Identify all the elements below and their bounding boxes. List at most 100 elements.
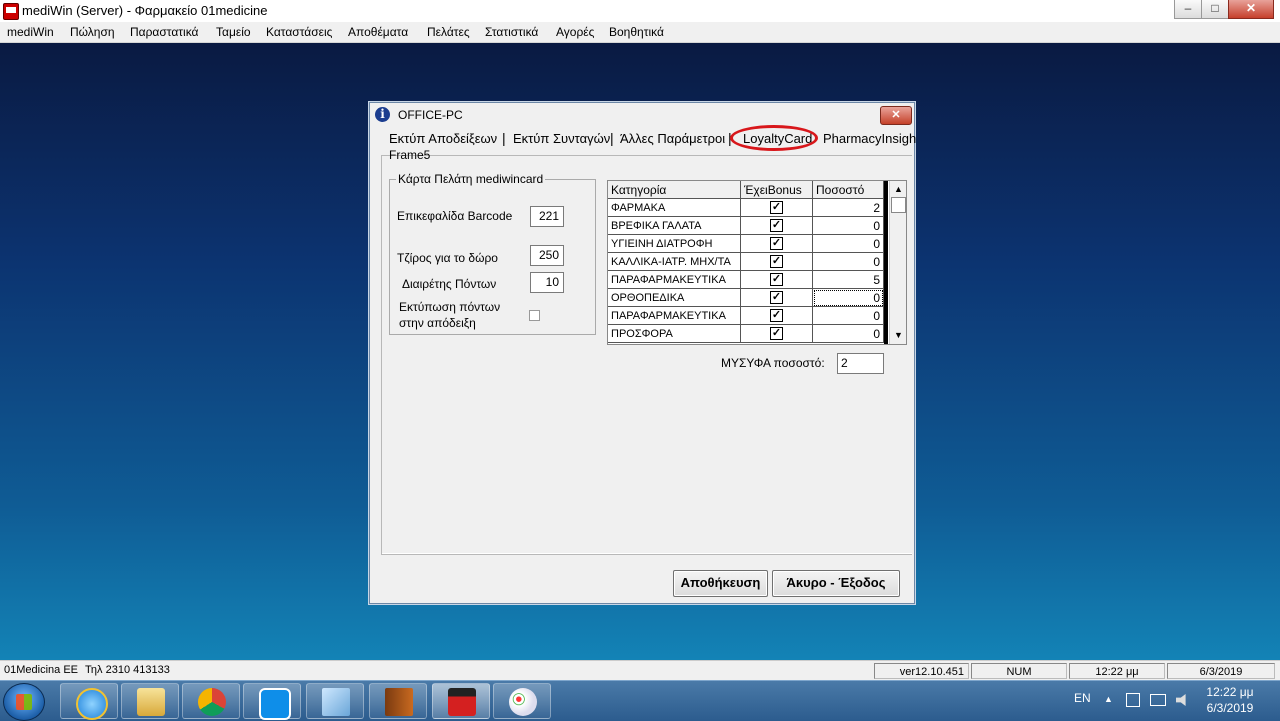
- menu-purchases[interactable]: Αγορές: [556, 25, 594, 39]
- taskbar-chrome[interactable]: [182, 683, 240, 719]
- cell-bonus[interactable]: ✓: [741, 325, 813, 343]
- bonus-checkbox[interactable]: ✓: [770, 291, 783, 304]
- tray-expand-icon[interactable]: ▲: [1104, 694, 1113, 704]
- scroll-down-icon[interactable]: ▼: [892, 329, 905, 342]
- tab-receipt-printing[interactable]: Εκτύπ Αποδείξεων: [389, 131, 497, 146]
- cell-category[interactable]: ΦΑΡΜΑΚΑ: [608, 199, 741, 217]
- cell-bonus[interactable]: ✓: [741, 217, 813, 235]
- taskbar-notepad[interactable]: [306, 683, 364, 719]
- tab-separator: |: [610, 130, 614, 146]
- cell-bonus[interactable]: ✓: [741, 271, 813, 289]
- cell-category[interactable]: ΟΡΘΟΠΕΔΙΚΑ: [608, 289, 741, 307]
- bonus-checkbox[interactable]: ✓: [770, 219, 783, 232]
- column-header-bonus[interactable]: ΈχειBonus: [741, 181, 813, 199]
- taskbar-clock[interactable]: 12:22 μμ 6/3/2019: [1195, 684, 1265, 716]
- taskbar-teamviewer[interactable]: [243, 683, 301, 720]
- bonus-checkbox[interactable]: ✓: [770, 327, 783, 340]
- bonus-checkbox[interactable]: ✓: [770, 237, 783, 250]
- status-numlock: NUM: [971, 663, 1067, 679]
- status-time: 12:22 μμ: [1069, 663, 1165, 679]
- menu-cashier[interactable]: Ταμείο: [216, 25, 251, 39]
- highlight-oval: [730, 125, 818, 151]
- language-indicator[interactable]: EN: [1074, 691, 1091, 705]
- taskbar-explorer[interactable]: [121, 683, 179, 719]
- cell-percent[interactable]: 2: [813, 199, 884, 217]
- volume-icon[interactable]: [1176, 694, 1186, 706]
- scroll-thumb[interactable]: [891, 197, 906, 213]
- cell-category[interactable]: ΚΑΛΛΙΚΑ-ΙΑΤΡ. ΜΗΧ/ΤΑ: [608, 253, 741, 271]
- minimize-button[interactable]: –: [1174, 0, 1202, 19]
- cell-percent[interactable]: 0: [813, 235, 884, 253]
- bonus-checkbox[interactable]: ✓: [770, 201, 783, 214]
- column-header-category[interactable]: Κατηγορία: [608, 181, 741, 199]
- menu-mediwin[interactable]: mediWin: [7, 25, 54, 39]
- menu-sales[interactable]: Πώληση: [70, 25, 115, 39]
- cell-percent-selected[interactable]: 0: [813, 289, 884, 307]
- close-button[interactable]: ✕: [1228, 0, 1274, 19]
- grid-scrollbar[interactable]: ▲ ▼: [889, 181, 906, 344]
- taskbar-mediwin[interactable]: [432, 683, 490, 719]
- cell-bonus[interactable]: ✓: [741, 235, 813, 253]
- menu-documents[interactable]: Παραστατικά: [130, 25, 198, 39]
- bonus-checkbox[interactable]: ✓: [770, 309, 783, 322]
- mediwin-app-icon: [3, 3, 19, 20]
- msyfa-label: ΜΥΣΥΦΑ ποσοστό:: [721, 356, 825, 370]
- status-bar: 01Medicina EE Τηλ 2310 413133 ver12.10.4…: [0, 660, 1280, 681]
- cell-category[interactable]: ΠΑΡΑΦΑΡΜΑΚΕΥΤΙΚΑ: [608, 307, 741, 325]
- msyfa-field[interactable]: 2: [837, 353, 884, 374]
- dialog-title: OFFICE-PC: [398, 108, 463, 122]
- taskbar-network-tool[interactable]: [369, 683, 427, 719]
- cell-category[interactable]: ΒΡΕΦΙΚΑ ΓΑΛΑΤΑ: [608, 217, 741, 235]
- divisor-label: Διαιρέτης Πόντων: [402, 277, 497, 291]
- network-tool-icon: [385, 688, 413, 716]
- frame5-label: Frame5: [389, 148, 431, 162]
- dialog-close-button[interactable]: ✕: [880, 106, 912, 125]
- cell-bonus[interactable]: ✓: [741, 199, 813, 217]
- barcode-label: Επικεφαλίδα Barcode: [397, 209, 513, 223]
- cell-percent[interactable]: 5: [813, 271, 884, 289]
- cell-category[interactable]: ΥΓΙΕΙΝΗ ΔΙΑΤΡΟΦΗ: [608, 235, 741, 253]
- bonus-checkbox[interactable]: ✓: [770, 255, 783, 268]
- cell-bonus[interactable]: ✓: [741, 307, 813, 325]
- action-center-icon[interactable]: [1126, 693, 1140, 707]
- clock-date: 6/3/2019: [1206, 701, 1254, 715]
- network-icon[interactable]: [1150, 694, 1166, 706]
- cell-percent[interactable]: 0: [813, 307, 884, 325]
- cell-category[interactable]: ΠΡΟΣΦΟΡΑ: [608, 325, 741, 343]
- cell-bonus[interactable]: ✓: [741, 253, 813, 271]
- taskbar-paint[interactable]: [493, 683, 551, 719]
- print-points-label: Εκτύπωση πόντων: [399, 300, 501, 314]
- save-button[interactable]: Αποθήκευση: [673, 570, 768, 597]
- divisor-field[interactable]: 10: [530, 272, 564, 293]
- cell-percent[interactable]: 0: [813, 217, 884, 235]
- print-points-checkbox[interactable]: [529, 310, 540, 321]
- menu-utilities[interactable]: Βοηθητικά: [609, 25, 664, 39]
- cell-category[interactable]: ΠΑΡΑΦΑΡΜΑΚΕΥΤΙΚΑ: [608, 271, 741, 289]
- cancel-exit-button[interactable]: Άκυρο - Έξοδος: [772, 570, 900, 597]
- column-header-percent[interactable]: Ποσοστό: [813, 181, 884, 199]
- menu-inventory[interactable]: Αποθέματα: [348, 25, 408, 39]
- cell-bonus[interactable]: ✓: [741, 289, 813, 307]
- menu-statistics[interactable]: Στατιστικά: [485, 25, 538, 39]
- taskbar: EN ▲ 12:22 μμ 6/3/2019: [0, 680, 1280, 721]
- print-points-label-line2: στην απόδειξη: [399, 316, 476, 330]
- menu-bar: mediWin Πώληση Παραστατικά Ταμείο Καταστ…: [0, 22, 1280, 43]
- tab-other-parameters[interactable]: Άλλες Παράμετροι: [620, 131, 725, 146]
- tab-prescription-printing[interactable]: Εκτύπ Συνταγών: [513, 131, 610, 146]
- bonus-checkbox[interactable]: ✓: [770, 273, 783, 286]
- status-company: 01Medicina EE: [4, 664, 78, 676]
- clock-time: 12:22 μμ: [1206, 685, 1254, 699]
- tab-pharmacyinsight[interactable]: PharmacyInsigh: [823, 131, 916, 146]
- turnover-field[interactable]: 250: [530, 245, 564, 266]
- status-phone: Τηλ 2310 413133: [85, 664, 170, 676]
- barcode-field[interactable]: 221: [530, 206, 564, 227]
- menu-customers[interactable]: Πελάτες: [427, 25, 470, 39]
- info-icon: i: [375, 107, 390, 122]
- cell-percent[interactable]: 0: [813, 325, 884, 343]
- scroll-up-icon[interactable]: ▲: [892, 183, 905, 196]
- taskbar-ie[interactable]: [60, 683, 118, 720]
- menu-reports[interactable]: Καταστάσεις: [266, 25, 332, 39]
- cell-percent[interactable]: 0: [813, 253, 884, 271]
- start-button[interactable]: [3, 683, 45, 721]
- maximize-button[interactable]: □: [1201, 0, 1229, 19]
